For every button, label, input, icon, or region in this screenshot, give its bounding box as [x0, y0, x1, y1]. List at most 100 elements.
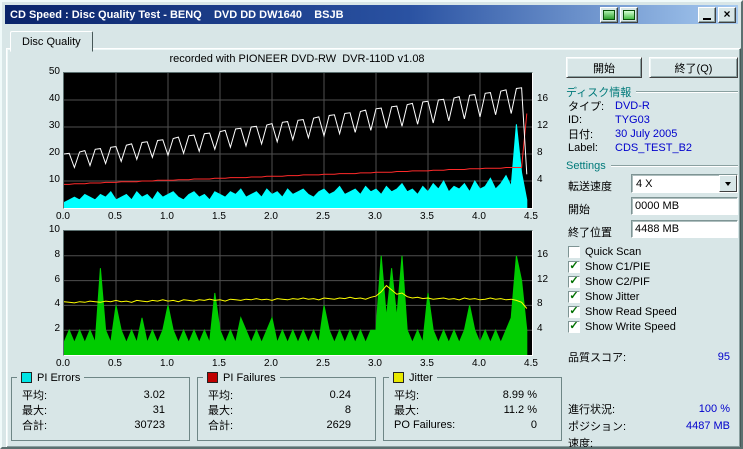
axis-tick-label: 4 — [537, 174, 543, 185]
transfer-speed-label: 転送速度 — [568, 181, 612, 193]
progress-label: 進行状況: — [568, 403, 616, 416]
info-label: 日付: — [568, 129, 594, 141]
axis-tick-label: 10 — [48, 174, 60, 185]
axis-tick-label: 50 — [48, 66, 60, 77]
speed-select[interactable]: 4 X — [631, 174, 738, 193]
end-position-input[interactable] — [631, 220, 738, 238]
axis-tick-label: 0.0 — [56, 211, 70, 222]
window-title: CD Speed : Disc Quality Test - BENQ DVD … — [10, 8, 344, 21]
statbox-title: PI Errors — [37, 371, 81, 384]
disc-info-row: ID: TYG03 — [568, 113, 738, 127]
stat-row: 合計: 30723 — [12, 417, 189, 432]
tab-disc-quality[interactable]: Disc Quality — [10, 31, 93, 52]
check-icon: ✓ — [569, 289, 579, 302]
info-label: Label: — [568, 142, 598, 154]
statbox-title: PI Failures — [223, 371, 276, 384]
progress-value: 100 % — [698, 402, 730, 415]
axis-tick-label: 2.5 — [316, 358, 330, 369]
axis-tick-label: 1.5 — [212, 211, 226, 222]
titlebar-tool-button-1[interactable] — [600, 6, 618, 23]
pi-failures-statbox: PI Failures 平均: 0.24 最大: 8 合計: 2629 — [197, 371, 376, 441]
axis-tick-label: 4 — [537, 323, 543, 335]
info-value: DVD-R — [615, 100, 650, 112]
titlebar[interactable]: CD Speed : Disc Quality Test - BENQ DVD … — [5, 5, 738, 24]
close-button[interactable]: × — [718, 6, 736, 23]
checkbox-show-c1-pie[interactable]: ✓ Show C1/PIE — [568, 260, 650, 273]
stat-row: PO Failures: 0 — [384, 417, 561, 432]
minimize-icon — [703, 9, 711, 20]
checkbox-show-c2-pif[interactable]: ✓ Show C2/PIF — [568, 275, 650, 288]
stat-row: 平均: 0.24 — [198, 387, 375, 402]
axis-tick-label: 4 — [54, 298, 60, 310]
checkbox-box: ✓ — [568, 274, 580, 288]
checkbox-quick-scan[interactable]: Quick Scan — [568, 245, 641, 258]
start-button[interactable]: 開始 — [566, 57, 642, 78]
checkbox-label: Show Write Speed — [585, 320, 676, 333]
axis-tick-label: 0.5 — [108, 358, 122, 369]
checkbox-show-jitter[interactable]: ✓ Show Jitter — [568, 290, 639, 303]
speed-label: 速度: — [568, 437, 594, 448]
minimize-button[interactable] — [698, 6, 716, 23]
settings-header: Settings — [566, 159, 738, 172]
pi-failures-swatch — [207, 372, 218, 383]
check-icon: ✓ — [569, 274, 579, 287]
stat-label: 平均: — [208, 389, 234, 402]
axis-tick-label: 2.0 — [264, 358, 278, 369]
stat-label: 最大: — [394, 404, 420, 417]
stat-value: 2629 — [326, 418, 351, 431]
position-value: 4487 MB — [685, 419, 730, 432]
stat-row: 最大: 8 — [198, 402, 375, 417]
axis-tick-label: 3.5 — [420, 358, 434, 369]
info-value: 30 July 2005 — [615, 128, 678, 140]
pi-errors-swatch — [21, 372, 32, 383]
jitter-legend: Jitter — [389, 371, 437, 384]
check-icon: ✓ — [569, 259, 579, 272]
axis-tick-label: 3.0 — [368, 358, 382, 369]
axis-tick-label: 12 — [537, 120, 549, 131]
axis-tick-label: 12 — [537, 273, 549, 285]
statbox-title: Jitter — [409, 371, 433, 384]
disc-info-row: Label: CDS_TEST_B2 — [568, 141, 738, 155]
info-value: TYG03 — [615, 114, 650, 126]
axis-tick-label: 6 — [54, 273, 60, 285]
axis-tick-label: 20 — [48, 147, 60, 158]
section-divider — [636, 90, 738, 93]
start-position-input[interactable] — [631, 197, 738, 215]
recorded-with-text: recorded with PIONEER DVD-RW DVR-110D v1… — [169, 53, 425, 65]
exit-button[interactable]: 終了(Q) — [649, 57, 738, 78]
section-title: Settings — [566, 159, 606, 172]
combo-dropdown-button[interactable] — [719, 175, 737, 192]
checkbox-box: ✓ — [568, 289, 580, 303]
info-label: ID: — [568, 114, 583, 126]
checkbox-show-write-speed[interactable]: ✓ Show Write Speed — [568, 320, 676, 333]
stat-value: 30723 — [134, 418, 165, 431]
checkbox-box: ✓ — [568, 320, 580, 333]
axis-tick-label: 1.5 — [212, 358, 226, 369]
checkbox-label: Show Read Speed — [585, 305, 677, 318]
progress-row: 進行状況: 100 % — [568, 402, 730, 416]
pi-errors-statbox: PI Errors 平均: 3.02 最大: 31 合計: 30723 — [11, 371, 190, 441]
stat-value: 11.2 % — [503, 403, 537, 416]
axis-tick-label: 0.0 — [56, 358, 70, 369]
titlebar-tool-button-2[interactable] — [620, 6, 638, 23]
stat-value: 8.99 % — [502, 388, 537, 401]
checkbox-show-read-speed[interactable]: ✓ Show Read Speed — [568, 305, 677, 318]
stat-row: 平均: 3.02 — [12, 387, 189, 402]
start-position-label: 開始 — [568, 204, 590, 216]
axis-tick-label: 8 — [537, 298, 543, 310]
axis-tick-label: 0.5 — [108, 211, 122, 222]
quality-score-value: 95 — [717, 350, 730, 363]
stat-row: 平均: 8.99 % — [384, 387, 561, 402]
tab-label: Disc Quality — [22, 35, 81, 48]
stat-value: 3.02 — [143, 388, 165, 401]
checkbox-box: ✓ — [568, 305, 580, 318]
chart-icon — [623, 9, 635, 20]
end-position-label: 終了位置 — [568, 227, 612, 239]
speed-select-value: 4 X — [636, 177, 653, 190]
stat-label: 平均: — [394, 389, 420, 402]
axis-tick-label: 8 — [537, 147, 543, 158]
axis-tick-label: 1.0 — [160, 211, 174, 222]
section-divider — [610, 164, 738, 167]
axis-tick-label: 2 — [54, 323, 60, 335]
axis-tick-label: 10 — [48, 224, 60, 235]
